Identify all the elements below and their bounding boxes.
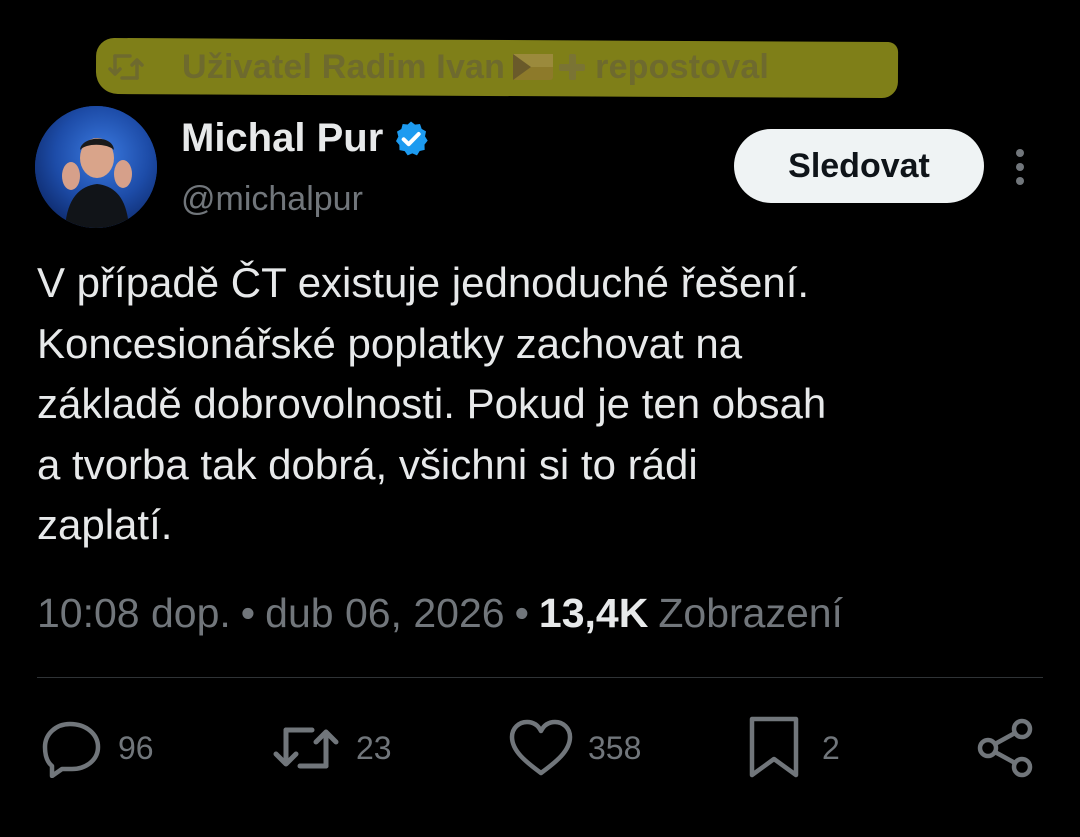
avatar[interactable] xyxy=(35,106,157,228)
repost-icon xyxy=(108,54,144,80)
plus-icon xyxy=(559,54,586,80)
post-meta: 10:08 dop. • dub 06, 2026 • 13,4K Zobraz… xyxy=(37,590,843,637)
bookmark-button[interactable]: 2 xyxy=(746,716,840,780)
divider xyxy=(37,677,1043,678)
bookmark-count: 2 xyxy=(822,729,840,766)
repost-label: Uživatel Radim Ivan repostoval xyxy=(182,48,769,87)
post-text: V případě ČT existuje jednoduché řešení.… xyxy=(37,259,827,548)
author-handle[interactable]: @michalpur xyxy=(181,180,363,219)
views-count: 13,4K xyxy=(538,590,649,636)
author-name-row[interactable]: Michal Pur xyxy=(181,116,431,161)
post-date[interactable]: dub 06, 2026 xyxy=(265,590,504,637)
share-button[interactable] xyxy=(974,716,1038,780)
reply-button[interactable]: 96 xyxy=(40,716,154,780)
repost-user: Uživatel Radim Ivan xyxy=(182,47,506,86)
meta-separator: • xyxy=(514,590,529,636)
repost-count: 23 xyxy=(356,729,392,766)
verified-badge-icon xyxy=(396,121,428,155)
flag-icon xyxy=(513,54,554,80)
meta-separator: • xyxy=(240,590,256,636)
repost-suffix: repostoval xyxy=(595,47,770,86)
avatar-photo xyxy=(35,106,157,228)
reply-icon xyxy=(42,721,101,778)
post-time[interactable]: 10:08 dop. xyxy=(37,590,231,637)
author-name[interactable]: Michal Pur xyxy=(181,116,383,161)
follow-button[interactable]: Sledovat xyxy=(734,129,984,203)
repost-header[interactable]: Uživatel Radim Ivan repostoval xyxy=(95,37,899,99)
like-count: 358 xyxy=(588,729,642,766)
heart-icon xyxy=(509,719,573,776)
repost-button[interactable]: 23 xyxy=(270,716,392,780)
views-label: Zobrazení xyxy=(658,590,843,636)
share-icon xyxy=(977,718,1033,778)
reply-count: 96 xyxy=(118,729,154,766)
like-button[interactable]: 358 xyxy=(508,716,641,780)
bookmark-icon xyxy=(749,716,799,778)
more-options-icon[interactable] xyxy=(1006,146,1034,188)
repost-icon xyxy=(273,727,339,769)
